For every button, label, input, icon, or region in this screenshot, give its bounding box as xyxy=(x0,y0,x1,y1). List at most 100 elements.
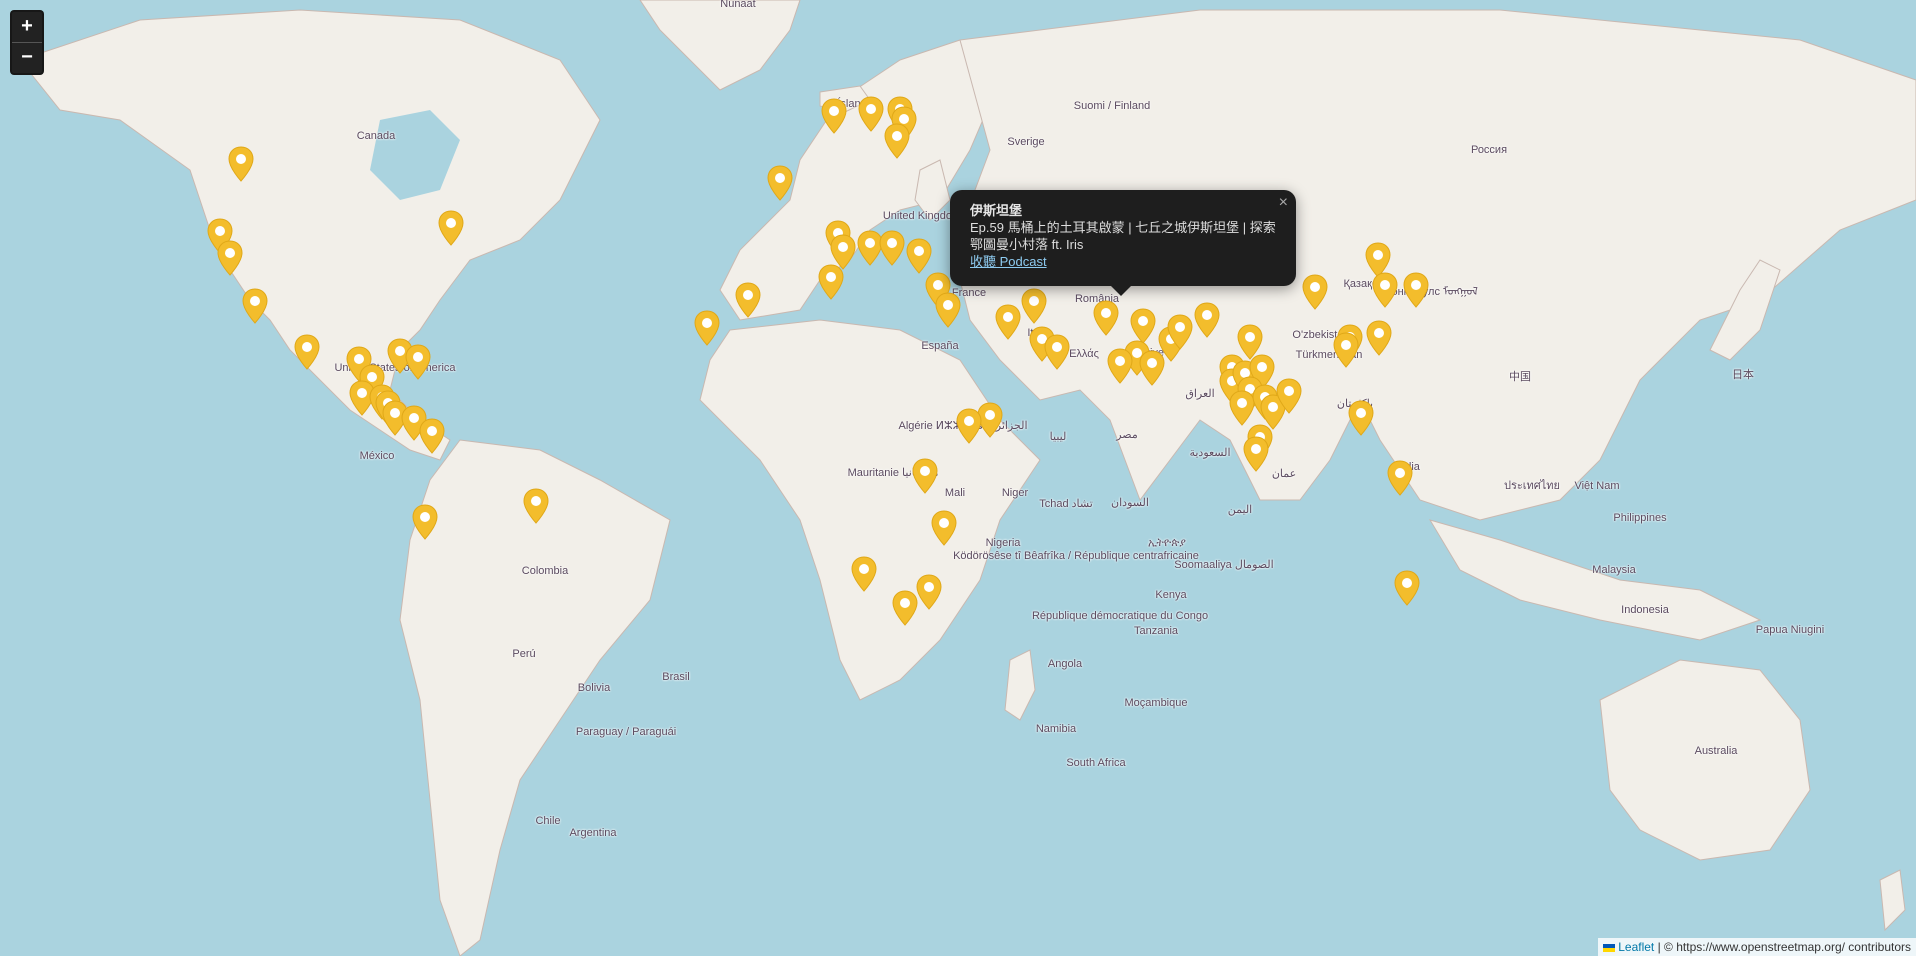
map-pin-icon[interactable] xyxy=(1167,314,1193,350)
map-pin-icon[interactable] xyxy=(912,458,938,494)
map-pin-icon[interactable] xyxy=(405,344,431,380)
map-pin-icon[interactable] xyxy=(1107,348,1133,384)
map-label: South Africa xyxy=(1066,757,1126,769)
zoom-control: + − xyxy=(10,10,44,75)
map-label: ประเทศไทย xyxy=(1503,480,1561,492)
map-label: 中国 xyxy=(1509,371,1531,383)
map-label: Canada xyxy=(356,130,396,142)
map-pin-icon[interactable] xyxy=(1387,460,1413,496)
map-pin-icon[interactable] xyxy=(906,238,932,274)
map-label: Papua Niugini xyxy=(1755,624,1825,636)
map-label: Việt Nam xyxy=(1574,480,1620,492)
map-label: Perú xyxy=(512,648,536,660)
map-label: Bolivia xyxy=(577,682,611,694)
map-pin-icon[interactable] xyxy=(735,282,761,318)
map-label: Australia xyxy=(1694,745,1738,757)
map-label: مصر xyxy=(1116,429,1138,441)
popup-tip xyxy=(1111,286,1131,296)
map-pin-icon[interactable] xyxy=(228,146,254,182)
map-pin-icon[interactable] xyxy=(1302,274,1328,310)
map-label: Angola xyxy=(1047,658,1083,670)
map-pin-icon[interactable] xyxy=(1130,308,1156,344)
map-pin-icon[interactable] xyxy=(1348,400,1374,436)
map-pin-icon[interactable] xyxy=(916,574,942,610)
world-basemap xyxy=(19,0,1916,956)
map-pin-icon[interactable] xyxy=(1021,288,1047,324)
map-container[interactable]: Nunaat Ísland Canada United States of Ameri… xyxy=(0,0,1916,956)
popup-close-button[interactable]: × xyxy=(1279,194,1288,212)
map-label: Suomi / Finland xyxy=(1073,100,1151,112)
zoom-in-button[interactable]: + xyxy=(12,12,42,42)
popup-title: 伊斯坦堡 xyxy=(970,203,1023,218)
attribution: Leaflet | © https://www.openstreetmap.or… xyxy=(1598,938,1916,956)
map-label: Argentina xyxy=(569,827,617,839)
map-label: Moçambique xyxy=(1124,697,1188,709)
map-label: السعودية xyxy=(1189,447,1231,459)
map-label: Chile xyxy=(535,815,561,827)
map-label: Brasil xyxy=(662,671,690,683)
map-pin-icon[interactable] xyxy=(879,230,905,266)
map-pin-icon[interactable] xyxy=(851,556,877,592)
map-label: Paraguay / Paraguái xyxy=(575,726,677,738)
leaflet-link[interactable]: Leaflet xyxy=(1618,940,1654,954)
map-label: Ελλάς xyxy=(1069,348,1099,360)
map-pin-icon[interactable] xyxy=(1139,350,1165,386)
map-pin-icon[interactable] xyxy=(931,510,957,546)
map-label: Sverige xyxy=(1007,136,1045,148)
map-label: Colombia xyxy=(521,565,569,577)
map-label: Namibia xyxy=(1035,723,1077,735)
map-label: ليبيا xyxy=(1049,431,1067,443)
map-pin-icon[interactable] xyxy=(1093,300,1119,336)
map-label: Nigeria xyxy=(985,537,1021,549)
map-pin-icon[interactable] xyxy=(412,504,438,540)
map-pin-icon[interactable] xyxy=(242,288,268,324)
map-label: Malaysia xyxy=(1592,564,1636,576)
zoom-out-button[interactable]: − xyxy=(12,42,42,73)
map-label: République démocratique du Congo xyxy=(1031,610,1209,622)
map-label: 日本 xyxy=(1732,369,1754,381)
map-pin-icon[interactable] xyxy=(935,292,961,328)
map-pin-icon[interactable] xyxy=(294,334,320,370)
map-pin-icon[interactable] xyxy=(1366,320,1392,356)
map-label: México xyxy=(359,450,395,462)
map-pin-icon[interactable] xyxy=(419,418,445,454)
map-label: العراق xyxy=(1185,388,1215,400)
podcast-link[interactable]: 收聽 Podcast xyxy=(970,254,1047,269)
map-pin-icon[interactable] xyxy=(1394,570,1420,606)
map-pin-icon[interactable] xyxy=(217,240,243,276)
map-pin-icon[interactable] xyxy=(1243,436,1269,472)
map-pin-icon[interactable] xyxy=(523,488,549,524)
map-pin-icon[interactable] xyxy=(858,96,884,132)
map-label: Indonesia xyxy=(1621,604,1669,616)
popup-description: Ep.59 馬桶上的土耳其啟蒙 | 七丘之城伊斯坦堡 | 探索鄂圖曼小村落 ft… xyxy=(970,220,1276,252)
map-label: عمان xyxy=(1271,468,1297,480)
map-label: Tchad تشاد xyxy=(1039,498,1093,510)
map-pin-icon[interactable] xyxy=(1333,332,1359,368)
map-pin-icon[interactable] xyxy=(956,408,982,444)
map-label: اليمن xyxy=(1227,504,1253,516)
map-pin-icon[interactable] xyxy=(995,304,1021,340)
map-pin-icon[interactable] xyxy=(1372,272,1398,308)
map-label: Tanzania xyxy=(1133,625,1179,637)
map-pin-icon[interactable] xyxy=(1276,378,1302,414)
map-label: España xyxy=(921,340,959,352)
ukraine-flag-icon xyxy=(1603,944,1616,952)
map-label: Nunaat xyxy=(720,0,756,10)
map-label: السودان xyxy=(1111,497,1149,509)
map-pin-icon[interactable] xyxy=(884,123,910,159)
map-label: Soomaaliya الصومال xyxy=(1174,559,1274,571)
map-pin-icon[interactable] xyxy=(821,98,847,134)
map-label: Kenya xyxy=(1155,589,1187,601)
map-label: Niger xyxy=(1001,487,1029,499)
map-label: Россия xyxy=(1470,144,1508,156)
marker-popup: × 伊斯坦堡 Ep.59 馬桶上的土耳其啟蒙 | 七丘之城伊斯坦堡 | 探索鄂圖… xyxy=(950,190,1296,296)
map-pin-icon[interactable] xyxy=(438,210,464,246)
map-label: Mali xyxy=(944,487,966,499)
map-pin-icon[interactable] xyxy=(1194,302,1220,338)
map-pin-icon[interactable] xyxy=(694,310,720,346)
map-pin-icon[interactable] xyxy=(818,264,844,300)
map-pin-icon[interactable] xyxy=(767,165,793,201)
map-pin-icon[interactable] xyxy=(1044,334,1070,370)
map-pin-icon[interactable] xyxy=(892,590,918,626)
map-pin-icon[interactable] xyxy=(1403,272,1429,308)
